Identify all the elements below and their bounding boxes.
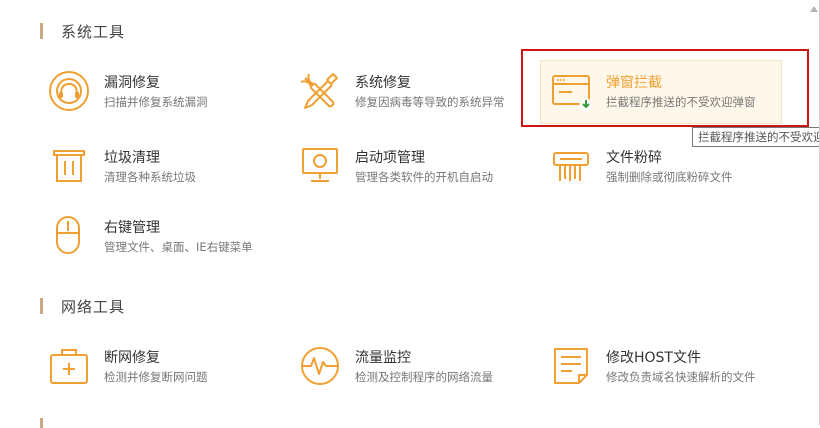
annotation-highlight-frame (521, 49, 809, 127)
tool-name: 修改HOST文件 (606, 350, 701, 366)
tool-vuln-repair[interactable]: 漏洞修复 扫描并修复系统漏洞 (48, 70, 268, 118)
trash-can-icon (53, 150, 85, 182)
section-header-network: 网络工具 (40, 296, 125, 316)
section-bar (40, 418, 43, 428)
tool-name: 流量监控 (355, 350, 411, 366)
tool-desc: 检测并修复断网问题 (104, 370, 208, 384)
tool-system-repair[interactable]: 系统修复 修复因病毒等导致的系统异常 (299, 70, 519, 118)
tool-desc: 管理各类软件的开机自启动 (355, 170, 493, 184)
first-aid-kit-icon (50, 349, 88, 384)
vertical-scrollbar[interactable] (808, 0, 820, 425)
tool-name: 漏洞修复 (104, 75, 160, 91)
tool-desc: 修复因病毒等导致的系统异常 (355, 95, 505, 109)
tool-desc: 清理各种系统垃圾 (104, 170, 196, 184)
tool-file-shred[interactable]: 文件粉碎 强制删除或彻底粉碎文件 (550, 145, 770, 193)
tool-name: 断网修复 (104, 350, 160, 366)
tool-desc: 扫描并修复系统漏洞 (104, 95, 208, 109)
section-title-network: 网络工具 (61, 297, 126, 316)
tool-name: 系统修复 (355, 75, 411, 91)
section-bar (40, 23, 43, 39)
tool-name: 文件粉碎 (606, 150, 662, 166)
mouse-icon (56, 216, 80, 254)
tool-name: 启动项管理 (355, 150, 425, 166)
tool-desc: 管理文件、桌面、IE右键菜单 (104, 240, 253, 254)
shield-headset-icon (49, 71, 89, 111)
tool-traffic-monitor[interactable]: 流量监控 检测及控制程序的网络流量 (299, 345, 519, 393)
tool-startup-manage[interactable]: 启动项管理 管理各类软件的开机自启动 (299, 145, 519, 193)
tool-junk-clean[interactable]: 垃圾清理 清理各种系统垃圾 (48, 145, 268, 193)
tool-desc: 检测及控制程序的网络流量 (355, 370, 493, 384)
tool-host-edit[interactable]: 修改HOST文件 修改负责域名快速解析的文件 (550, 345, 770, 393)
document-icon (554, 348, 588, 384)
tool-name: 右键管理 (104, 220, 160, 236)
tool-context-menu-manage[interactable]: 右键管理 管理文件、桌面、IE右键菜单 (48, 215, 268, 263)
section-header-system: 系统工具 (40, 21, 125, 41)
scroll-up-arrow-icon[interactable] (810, 6, 818, 12)
tool-desc: 强制删除或彻底粉碎文件 (606, 170, 733, 184)
pulse-monitor-icon (301, 347, 339, 385)
tool-desc: 修改负责域名快速解析的文件 (606, 370, 756, 384)
wrench-screwdriver-icon (300, 73, 338, 109)
tooltip: 拦截程序推送的不受欢迎 (692, 127, 820, 147)
monitor-icon (302, 148, 338, 182)
shredder-icon (553, 152, 589, 181)
section-bar (40, 298, 43, 314)
tool-network-repair[interactable]: 断网修复 检测并修复断网问题 (48, 345, 268, 393)
section-title-system: 系统工具 (61, 22, 126, 41)
tool-name: 垃圾清理 (104, 150, 160, 166)
